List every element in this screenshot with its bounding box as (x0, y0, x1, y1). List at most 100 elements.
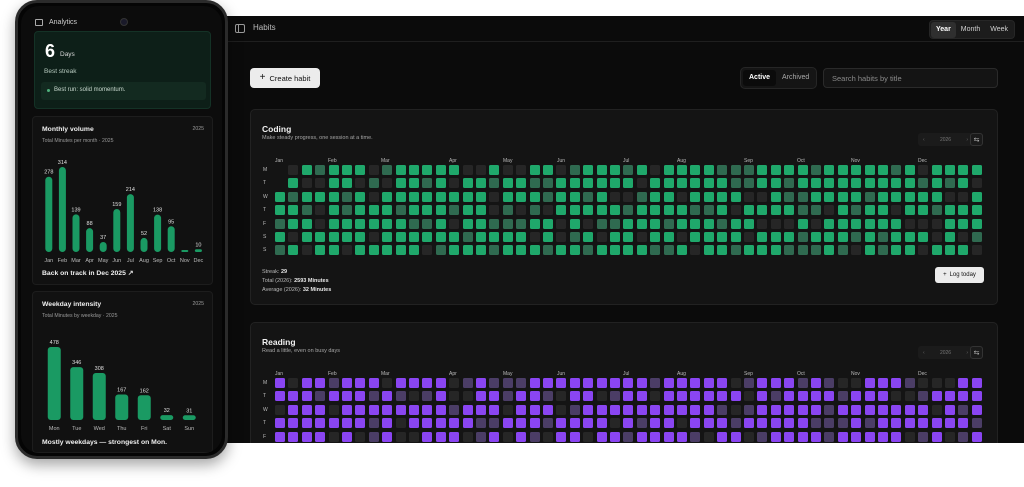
heatmap-cell[interactable] (610, 205, 620, 216)
heatmap-cell[interactable] (328, 378, 339, 388)
heatmap-cell[interactable] (328, 245, 339, 256)
heatmap-cell[interactable] (891, 178, 902, 189)
heatmap-cell[interactable] (878, 391, 888, 402)
heatmap-cell[interactable] (811, 165, 821, 175)
heatmap-cell[interactable] (623, 165, 634, 175)
heatmap-cell[interactable] (315, 232, 326, 242)
heatmap-cell[interactable] (596, 391, 607, 402)
heatmap-cell[interactable] (596, 245, 607, 256)
heatmap-cell[interactable] (824, 391, 835, 402)
heatmap-cell[interactable] (837, 205, 848, 216)
heatmap-cell[interactable] (797, 431, 808, 442)
heatmap-cell[interactable] (851, 431, 862, 442)
heatmap-cell[interactable] (636, 391, 647, 402)
heatmap-cell[interactable] (730, 404, 741, 415)
heatmap-cell[interactable] (891, 378, 902, 388)
heatmap-cell[interactable] (462, 232, 473, 242)
heatmap-cell[interactable] (502, 178, 513, 189)
heatmap-cell[interactable] (878, 178, 888, 189)
heatmap-cell[interactable] (744, 245, 754, 256)
heatmap-cell[interactable] (878, 378, 888, 388)
heatmap-cell[interactable] (342, 391, 352, 402)
heatmap-cell[interactable] (275, 245, 285, 256)
heatmap-cell[interactable] (744, 378, 754, 388)
heatmap-cell[interactable] (837, 431, 848, 442)
heatmap-cell[interactable] (744, 205, 754, 216)
heatmap-cell[interactable] (422, 431, 433, 442)
heatmap-cell[interactable] (502, 218, 513, 229)
heatmap-cell[interactable] (636, 245, 647, 256)
heatmap-cell[interactable] (784, 165, 795, 175)
heatmap-cell[interactable] (569, 404, 580, 415)
heatmap-cell[interactable] (864, 404, 875, 415)
heatmap-cell[interactable] (556, 245, 567, 256)
heatmap-cell[interactable] (851, 191, 862, 202)
heatmap-cell[interactable] (971, 205, 982, 216)
heatmap-cell[interactable] (569, 232, 580, 242)
heatmap-cell[interactable] (744, 191, 754, 202)
heatmap-cell[interactable] (690, 191, 701, 202)
heatmap-cell[interactable] (516, 205, 527, 216)
heatmap-cell[interactable] (636, 165, 647, 175)
heatmap-cell[interactable] (623, 218, 634, 229)
heatmap-cell[interactable] (382, 391, 393, 402)
heatmap-cell[interactable] (824, 431, 835, 442)
heatmap-cell[interactable] (784, 191, 795, 202)
heatmap-cell[interactable] (275, 218, 285, 229)
heatmap-cell[interactable] (918, 218, 929, 229)
heatmap-cell[interactable] (663, 165, 674, 175)
heatmap-cell[interactable] (489, 205, 500, 216)
heatmap-cell[interactable] (529, 431, 540, 442)
heatmap-cell[interactable] (971, 245, 982, 256)
heatmap-cell[interactable] (958, 378, 969, 388)
heatmap-cell[interactable] (583, 165, 594, 175)
heatmap-cell[interactable] (703, 178, 714, 189)
heatmap-cell[interactable] (543, 205, 553, 216)
heatmap-cell[interactable] (275, 178, 285, 188)
heatmap-cell[interactable] (717, 191, 728, 202)
heatmap-cell[interactable] (368, 191, 379, 202)
heatmap-cell[interactable] (422, 232, 433, 242)
heatmap-cell[interactable] (744, 418, 754, 429)
heatmap-cell[interactable] (784, 378, 795, 388)
heatmap-cell[interactable] (556, 391, 567, 402)
heatmap-cell[interactable] (797, 205, 808, 216)
heatmap-cell[interactable] (690, 205, 701, 216)
heatmap-cell[interactable] (824, 165, 835, 175)
heatmap-cell[interactable] (355, 232, 366, 242)
heatmap-cell[interactable] (784, 218, 795, 229)
heatmap-cell[interactable] (275, 232, 285, 242)
heatmap-cell[interactable] (824, 205, 835, 216)
heatmap-cell[interactable] (757, 431, 768, 442)
heatmap-cell[interactable] (677, 404, 687, 415)
heatmap-cell[interactable] (529, 165, 540, 175)
heatmap-cell[interactable] (516, 218, 527, 229)
chart-bar[interactable] (194, 249, 202, 252)
heatmap-cell[interactable] (529, 191, 540, 202)
heatmap-cell[interactable] (529, 232, 540, 242)
heatmap-cell[interactable] (462, 218, 473, 229)
heatmap-cell[interactable] (717, 232, 728, 242)
heatmap-cell[interactable] (275, 431, 285, 442)
heatmap-cell[interactable] (476, 404, 486, 415)
heatmap-cell[interactable] (770, 218, 781, 229)
heatmap-cell[interactable] (864, 245, 875, 256)
heatmap-cell[interactable] (462, 191, 473, 202)
heatmap-cell[interactable] (864, 165, 875, 175)
heatmap-cell[interactable] (435, 431, 446, 442)
heatmap-cell[interactable] (690, 404, 701, 415)
heatmap-cell[interactable] (435, 165, 446, 175)
heatmap-cell[interactable] (610, 418, 620, 429)
heatmap-cell[interactable] (945, 391, 955, 402)
heatmap-cell[interactable] (489, 218, 500, 229)
heatmap-cell[interactable] (422, 404, 433, 415)
heatmap-cell[interactable] (677, 232, 687, 242)
heatmap-cell[interactable] (328, 205, 339, 216)
search-input[interactable] (823, 68, 998, 88)
heatmap-cell[interactable] (435, 218, 446, 229)
heatmap-cell[interactable] (395, 431, 406, 442)
heatmap-cell[interactable] (462, 245, 473, 256)
heatmap-cell[interactable] (703, 245, 714, 256)
heatmap-cell[interactable] (449, 404, 460, 415)
heatmap-cell[interactable] (717, 418, 728, 429)
